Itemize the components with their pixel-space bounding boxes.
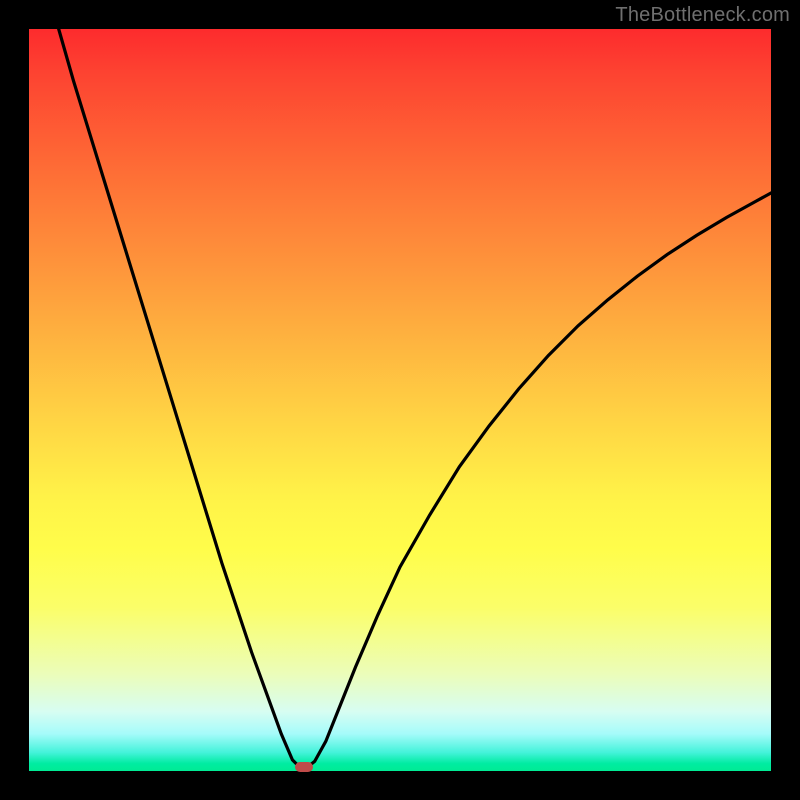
bottleneck-curve xyxy=(29,29,771,771)
watermark-label: TheBottleneck.com xyxy=(615,4,790,27)
curve-left-branch xyxy=(59,29,300,767)
chart-plot-area xyxy=(29,29,771,771)
optimal-point-marker xyxy=(295,762,313,772)
curve-right-branch xyxy=(307,193,771,767)
